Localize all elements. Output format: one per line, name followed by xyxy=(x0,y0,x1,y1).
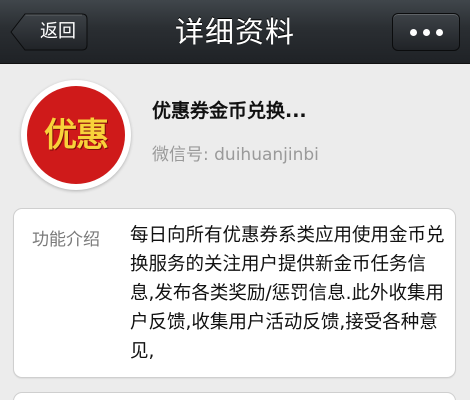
next-section-card xyxy=(13,392,456,400)
avatar-logo-text: 优惠 xyxy=(27,86,125,184)
nav-bar: 返回 详细资料 xyxy=(0,0,470,64)
avatar[interactable]: 优惠 xyxy=(21,80,131,190)
more-options-button[interactable] xyxy=(392,13,460,51)
intro-label: 功能介绍 xyxy=(32,230,100,250)
account-name: 优惠券金币兑换... xyxy=(152,100,307,122)
intro-card: 功能介绍 每日向所有优惠券系类应用使用金币兑换服务的关注用户提供新金币任务信息,… xyxy=(13,208,456,378)
intro-text: 每日向所有优惠券系类应用使用金币兑换服务的关注用户提供新金币任务信息,发布各类奖… xyxy=(130,225,445,362)
wechat-id: 微信号: duihuanjinbi xyxy=(152,145,319,165)
more-dots-icon xyxy=(393,14,459,50)
